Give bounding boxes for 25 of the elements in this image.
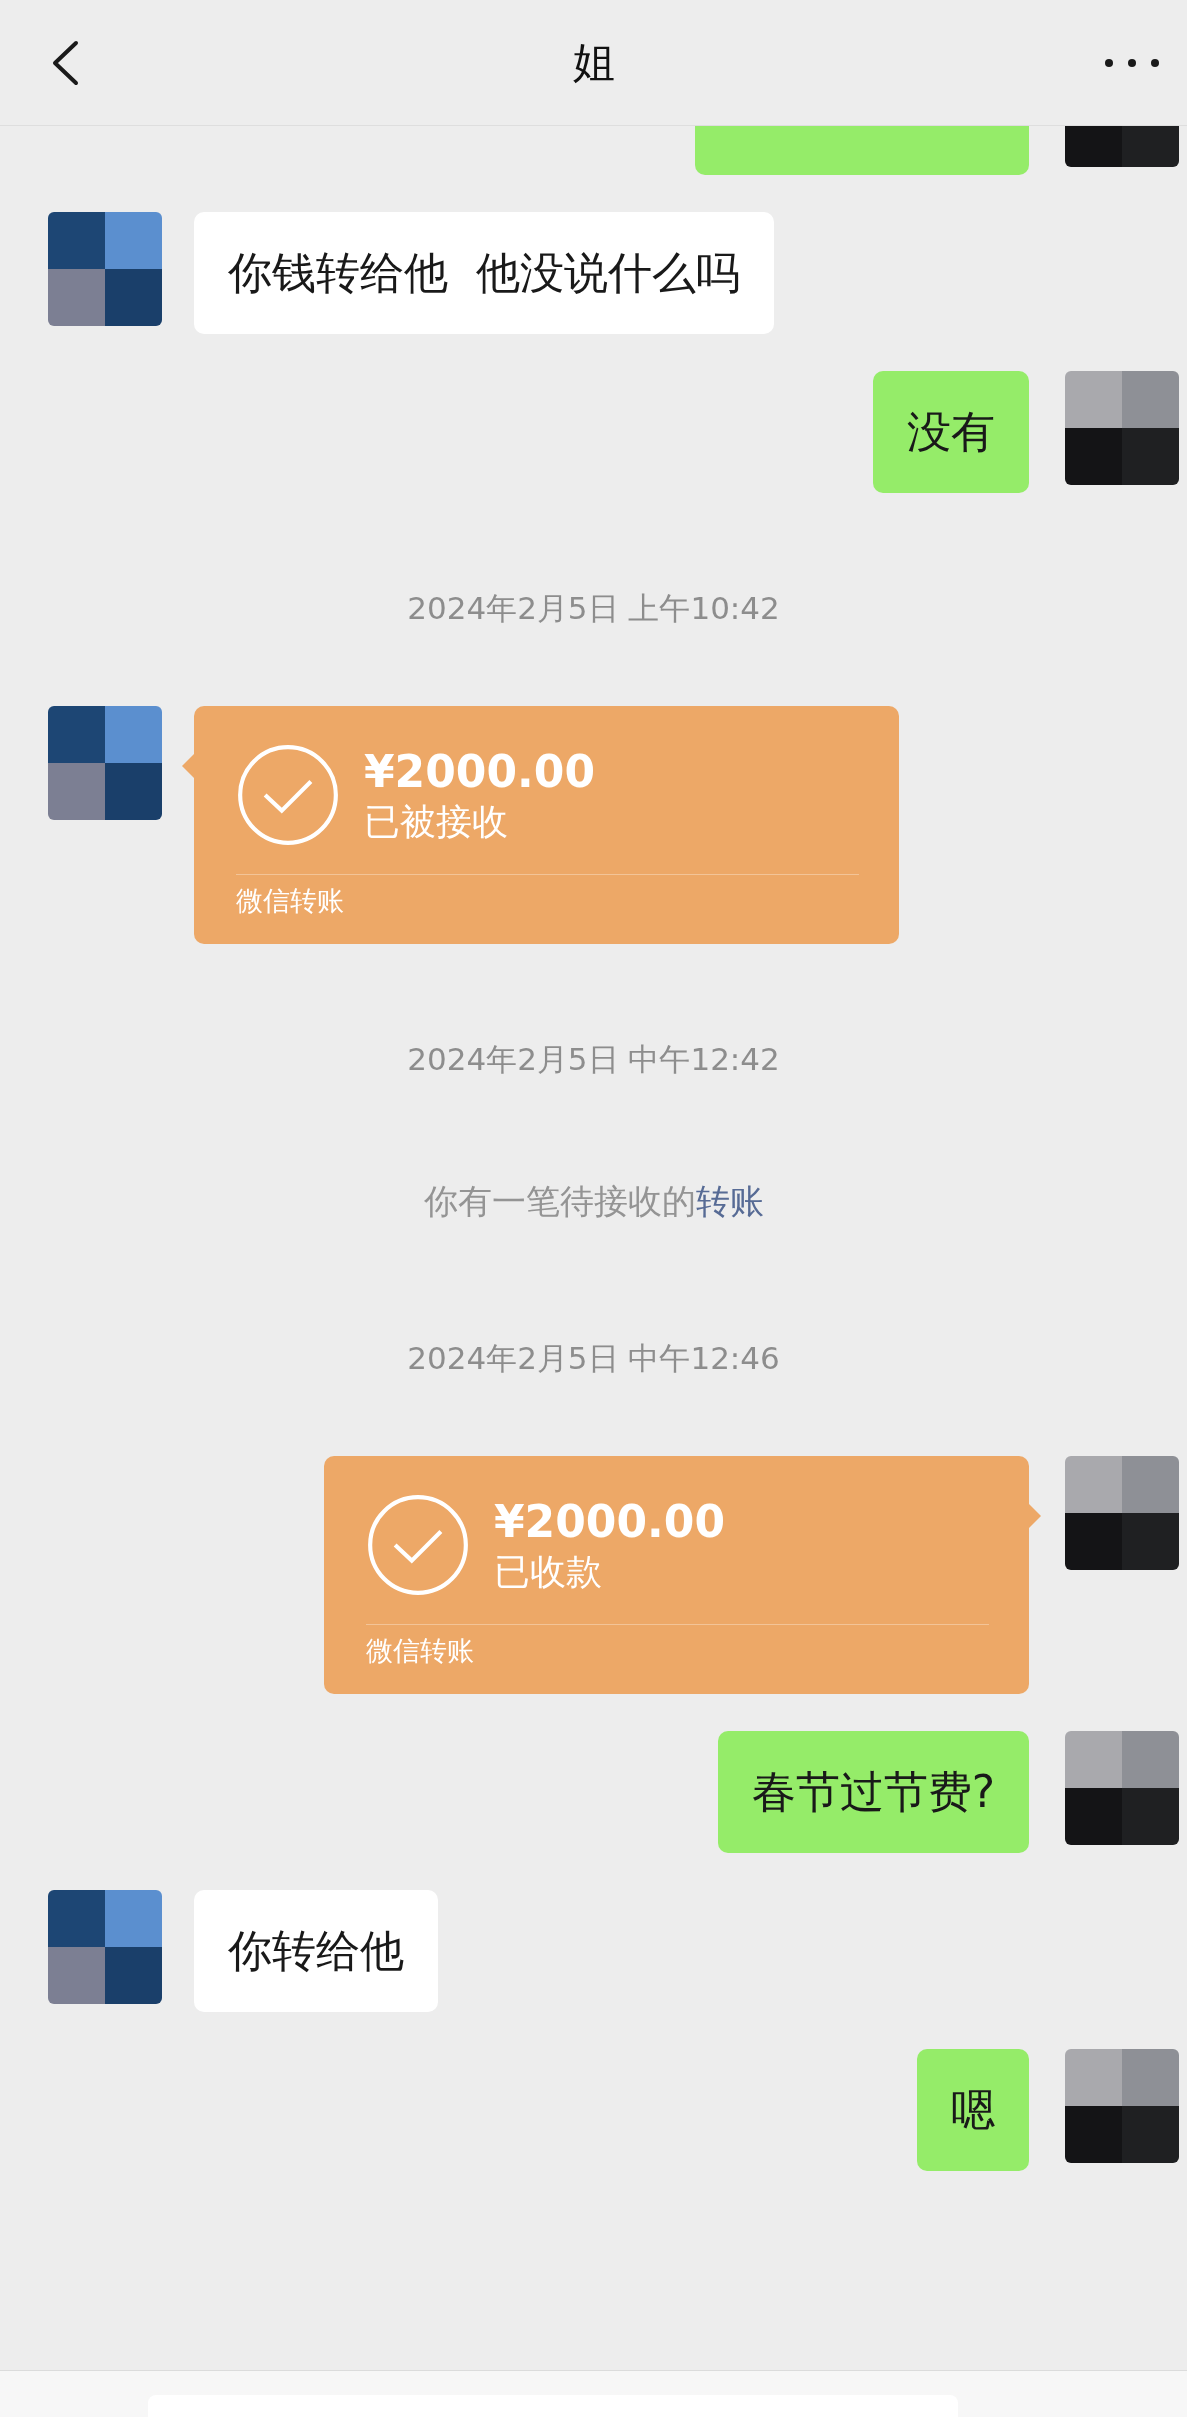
message-bubble[interactable]: 嗯 bbox=[917, 2049, 1029, 2171]
check-circle-icon bbox=[366, 1493, 470, 1597]
transfer-amount: ¥2000.00 bbox=[494, 1495, 726, 1549]
avatar[interactable] bbox=[1065, 2049, 1179, 2163]
timestamp: 2024年2月5日 上午10:42 bbox=[407, 590, 780, 626]
check-circle-icon bbox=[236, 743, 340, 847]
transfer-amount: ¥2000.00 bbox=[364, 745, 596, 799]
more-icon[interactable] bbox=[1104, 57, 1160, 68]
timestamp: 2024年2月5日 中午12:42 bbox=[407, 1041, 780, 1077]
message-bubble[interactable]: 没有 bbox=[873, 371, 1029, 493]
transfer-label: 微信转账 bbox=[366, 1635, 474, 1666]
chat-title: 姐 bbox=[572, 36, 615, 89]
avatar[interactable] bbox=[1065, 1456, 1179, 1570]
avatar[interactable] bbox=[1065, 1731, 1179, 1845]
transfer-label: 微信转账 bbox=[236, 885, 344, 916]
transfer-status: 已收款 bbox=[494, 1550, 603, 1594]
avatar[interactable] bbox=[1065, 371, 1179, 485]
transfer-link[interactable]: 转账 bbox=[695, 1181, 764, 1221]
timestamp: 2024年2月5日 中午12:46 bbox=[407, 1340, 780, 1376]
message-bubble[interactable]: 你钱转给他 他没说什么吗 bbox=[194, 212, 774, 334]
back-icon[interactable] bbox=[50, 39, 80, 86]
transfer-status: 已被接收 bbox=[364, 800, 509, 844]
message-bubble[interactable]: 春节过节费? bbox=[717, 1731, 1029, 1853]
system-notice: 你有一笔待接收的转账 bbox=[423, 1181, 764, 1221]
message-bubble[interactable]: 你转给他 bbox=[194, 1890, 438, 2012]
